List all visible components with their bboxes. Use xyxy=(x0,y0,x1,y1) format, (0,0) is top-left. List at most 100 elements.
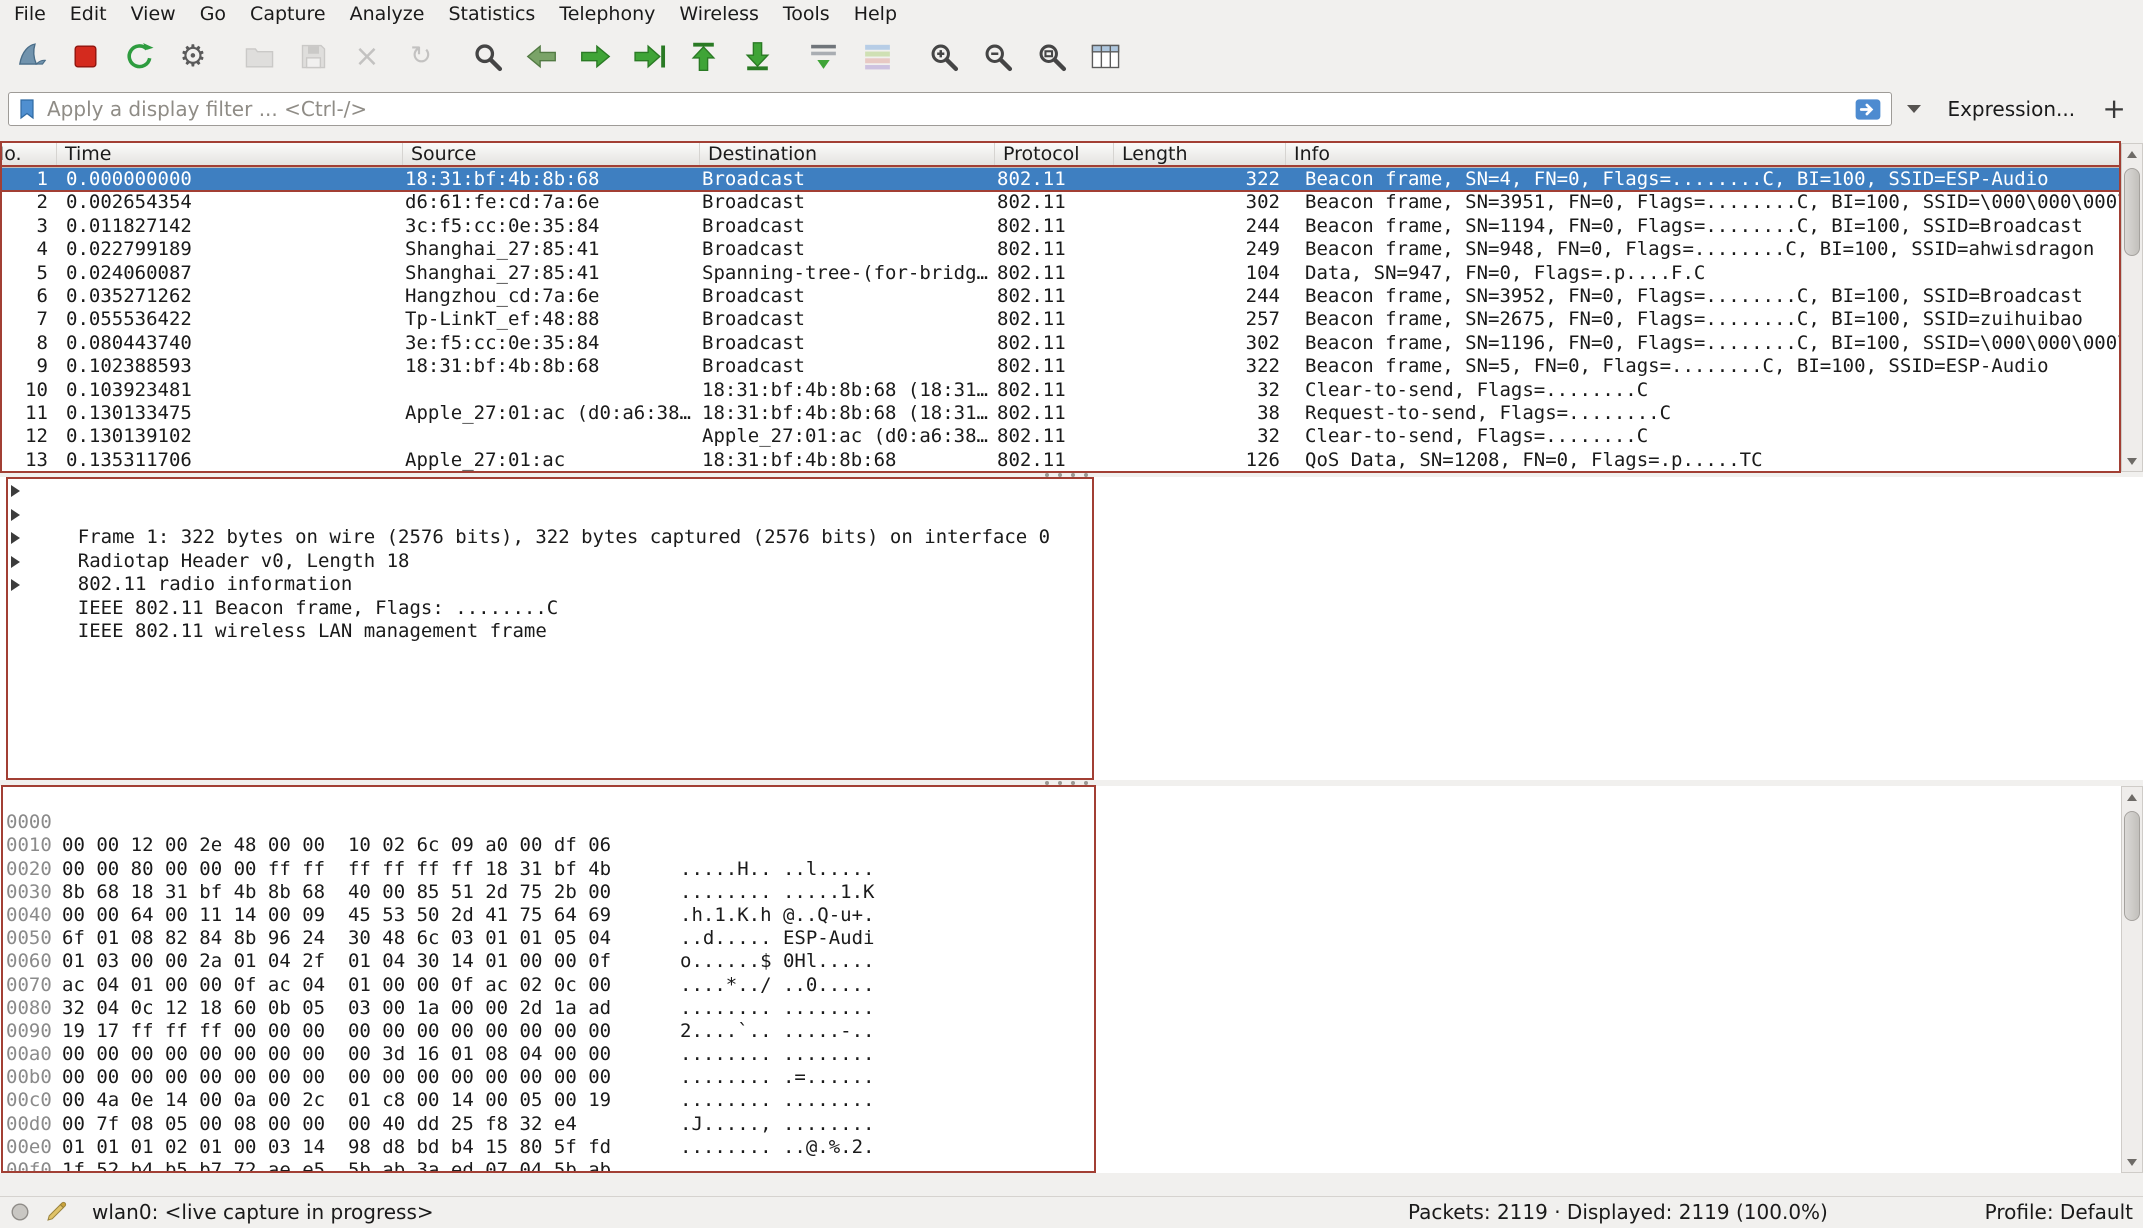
menu-tools[interactable]: Tools xyxy=(771,0,842,28)
restart-capture-button[interactable] xyxy=(114,34,164,80)
menu-statistics[interactable]: Statistics xyxy=(436,0,547,28)
hex-row[interactable]: 0100 50 f2 02 01 01 84 00 03 a4 00 00 27… xyxy=(0,1159,2121,1173)
scroll-up-icon[interactable] xyxy=(2122,788,2142,806)
hex-row[interactable]: 0080 19 17 ff ff ff 00 00 00 00 00 00 00… xyxy=(0,974,2121,997)
zoom-in-button[interactable] xyxy=(918,34,968,80)
hex-row[interactable]: 0000 00 00 12 00 2e 48 00 00 10 02 6c 09… xyxy=(0,788,2121,811)
hex-row[interactable]: 00f0 3a ed dd 09 00 10 18 02 03 00 9c 00… xyxy=(0,1136,2121,1159)
display-filter-input[interactable]: Apply a display filter ... <Ctrl-/> xyxy=(8,92,1892,126)
first-packet-button[interactable] xyxy=(678,34,728,80)
detail-row[interactable]: IEEE 802.11 Beacon frame, Flags: .......… xyxy=(0,550,2143,574)
column-header-time[interactable]: Time xyxy=(57,143,403,167)
last-packet-button[interactable] xyxy=(732,34,782,80)
packet-row[interactable]: 8 0.080443740 3e:f5:cc:0e:35:84 Broadcas… xyxy=(0,332,2121,355)
menu-analyze[interactable]: Analyze xyxy=(338,0,437,28)
open-file-button[interactable] xyxy=(234,34,284,80)
hex-row[interactable]: 00e0 1f 52 b4 b5 b7 72 ae e5 5b ab 3a ed… xyxy=(0,1113,2121,1136)
cell-destination: Broadcast xyxy=(700,191,995,214)
zoom-reset-button[interactable] xyxy=(1026,34,1076,80)
capture-comment-icon[interactable] xyxy=(44,1200,68,1224)
packet-row[interactable]: 7 0.055536422 Tp-LinkT_ef:48:88 Broadcas… xyxy=(0,308,2121,331)
hex-row[interactable]: 0050 01 03 00 00 2a 01 04 2f 01 04 30 14… xyxy=(0,904,2121,927)
detail-row[interactable]: Radiotap Header v0, Length 18 xyxy=(0,503,2143,527)
column-header-no[interactable]: No. xyxy=(0,143,57,167)
find-packet-button[interactable] xyxy=(462,34,512,80)
expand-arrow-icon[interactable] xyxy=(11,556,20,568)
scroll-down-icon[interactable] xyxy=(2122,452,2142,470)
save-file-button[interactable] xyxy=(288,34,338,80)
menu-help[interactable]: Help xyxy=(842,0,909,28)
cell-protocol: 802.11 xyxy=(995,355,1114,378)
packet-row[interactable]: 5 0.024060087 Shanghai_27:85:41 Spanning… xyxy=(0,262,2121,285)
scrollbar-thumb[interactable] xyxy=(2124,168,2140,256)
expand-arrow-icon[interactable] xyxy=(11,532,20,544)
hex-scrollbar[interactable] xyxy=(2121,786,2143,1173)
add-filter-button[interactable]: + xyxy=(2093,92,2135,126)
menu-wireless[interactable]: Wireless xyxy=(667,0,771,28)
previous-packet-button[interactable] xyxy=(516,34,566,80)
profile-status[interactable]: Profile: Default xyxy=(1985,1197,2133,1227)
close-file-button[interactable]: × xyxy=(342,34,392,80)
column-header-protocol[interactable]: Protocol xyxy=(995,143,1114,167)
hex-row[interactable]: 00d0 01 01 01 02 01 00 03 14 98 d8 bd b4… xyxy=(0,1089,2121,1112)
menu-edit[interactable]: Edit xyxy=(58,0,119,28)
hex-row[interactable]: 0030 00 00 64 00 11 14 00 09 45 53 50 2d… xyxy=(0,858,2121,881)
menu-go[interactable]: Go xyxy=(188,0,238,28)
packet-row[interactable]: 13 0.135311706 Apple_27:01:ac 18:31:bf:4… xyxy=(0,449,2121,472)
apply-filter-icon[interactable] xyxy=(1851,96,1885,123)
column-header-info[interactable]: Info xyxy=(1286,143,2121,167)
hex-row[interactable]: 0040 6f 01 08 82 84 8b 96 24 30 48 6c 03… xyxy=(0,881,2121,904)
capture-options-button[interactable]: ⚙ xyxy=(168,34,218,80)
hex-row[interactable]: 0090 00 00 00 00 00 00 00 00 00 3d 16 01… xyxy=(0,997,2121,1020)
filter-history-dropdown[interactable] xyxy=(1900,92,1930,126)
next-packet-button[interactable] xyxy=(570,34,620,80)
packet-row[interactable]: 12 0.130139102 Apple_27:01:ac (d0:a6:38:… xyxy=(0,425,2121,448)
packet-row[interactable]: 3 0.011827142 3c:f5:cc:0e:35:84 Broadcas… xyxy=(0,215,2121,238)
reload-file-button[interactable]: ↻ xyxy=(396,34,446,80)
scroll-up-icon[interactable] xyxy=(2122,145,2142,163)
filter-bookmark-icon[interactable] xyxy=(15,96,39,122)
packet-row[interactable]: 1 0.000000000 18:31:bf:4b:8b:68 Broadcas… xyxy=(0,168,2121,191)
resize-columns-button[interactable] xyxy=(1080,34,1130,80)
hex-row[interactable]: 0010 00 00 80 00 00 00 ff ff ff ff ff ff… xyxy=(0,811,2121,834)
hex-row[interactable]: 0070 32 04 0c 12 18 60 0b 05 03 00 1a 00… xyxy=(0,950,2121,973)
expression-button[interactable]: Expression... xyxy=(1937,97,2085,121)
hex-row[interactable]: 0060 ac 04 01 00 00 0f ac 04 01 00 00 0f… xyxy=(0,927,2121,950)
expand-arrow-icon[interactable] xyxy=(11,509,20,521)
cell-destination: Apple_27:01:ac (d0:a6:38:27:01:ac) xyxy=(700,425,995,448)
detail-row[interactable]: IEEE 802.11 wireless LAN management fram… xyxy=(0,573,2143,597)
packet-list-scrollbar[interactable] xyxy=(2121,143,2143,472)
capture-status-icon[interactable] xyxy=(9,1201,31,1223)
start-capture-button[interactable] xyxy=(6,34,56,80)
scroll-down-icon[interactable] xyxy=(2122,1153,2142,1171)
column-header-length[interactable]: Length xyxy=(1114,143,1286,167)
column-header-destination[interactable]: Destination xyxy=(700,143,995,167)
hex-row[interactable]: 00c0 00 7f 08 05 00 08 00 00 00 40 dd 25… xyxy=(0,1066,2121,1089)
packet-row[interactable]: 4 0.022799189 Shanghai_27:85:41 Broadcas… xyxy=(0,238,2121,261)
column-header-source[interactable]: Source xyxy=(403,143,700,167)
hex-row[interactable]: 00a0 00 00 00 00 00 00 00 00 00 00 00 00… xyxy=(0,1020,2121,1043)
packet-row[interactable]: 6 0.035271262 Hangzhou_cd:7a:6e Broadcas… xyxy=(0,285,2121,308)
hex-row[interactable]: 0020 8b 68 18 31 bf 4b 8b 68 40 00 85 51… xyxy=(0,834,2121,857)
packet-row[interactable]: 10 0.103923481 18:31:bf:4b:8b:68 (18:31:… xyxy=(0,379,2121,402)
cell-no: 4 xyxy=(0,238,57,261)
menu-capture[interactable]: Capture xyxy=(238,0,338,28)
expand-arrow-icon[interactable] xyxy=(11,485,20,497)
packet-row[interactable]: 9 0.102388593 18:31:bf:4b:8b:68 Broadcas… xyxy=(0,355,2121,378)
scrollbar-thumb[interactable] xyxy=(2124,811,2140,921)
detail-row[interactable]: Frame 1: 322 bytes on wire (2576 bits), … xyxy=(0,479,2143,503)
hex-row[interactable]: 00b0 00 4a 0e 14 00 0a 00 2c 01 c8 00 14… xyxy=(0,1043,2121,1066)
menu-telephony[interactable]: Telephony xyxy=(547,0,667,28)
auto-scroll-button[interactable] xyxy=(798,34,848,80)
packet-row[interactable]: 11 0.130133475 Apple_27:01:ac (d0:a6:38:… xyxy=(0,402,2121,425)
colorize-packets-button[interactable] xyxy=(852,34,902,80)
cell-length: 302 xyxy=(1114,332,1286,355)
go-to-packet-button[interactable] xyxy=(624,34,674,80)
packet-row[interactable]: 2 0.002654354 d6:61:fe:cd:7a:6e Broadcas… xyxy=(0,191,2121,214)
expand-arrow-icon[interactable] xyxy=(11,579,20,591)
stop-capture-button[interactable] xyxy=(60,34,110,80)
zoom-out-button[interactable] xyxy=(972,34,1022,80)
detail-row[interactable]: 802.11 radio information xyxy=(0,526,2143,550)
menu-view[interactable]: View xyxy=(119,0,188,28)
menu-file[interactable]: File xyxy=(2,0,58,28)
